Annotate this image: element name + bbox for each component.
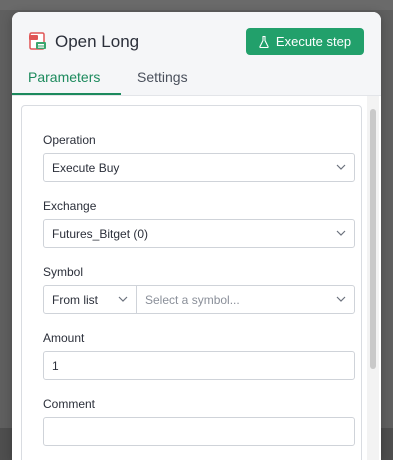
tab-bar: Parameters Settings (12, 67, 381, 95)
symbol-mode-value: From list (52, 292, 98, 307)
operation-label: Operation (43, 133, 96, 147)
chevron-down-icon (336, 164, 346, 170)
node-modal: Open Long Execute step Parameters Settin… (12, 12, 381, 460)
exchange-label: Exchange (43, 199, 97, 213)
execute-step-label: Execute step (275, 34, 352, 49)
comment-input[interactable] (43, 417, 355, 446)
exchange-select[interactable]: Futures_Bitget (0) (43, 219, 355, 248)
amount-input[interactable]: 1 (43, 351, 355, 380)
amount-label: Amount (43, 331, 85, 345)
scrollbar-thumb[interactable] (370, 109, 376, 369)
chevron-down-icon (336, 296, 346, 302)
modal-body: Operation Execute Buy Exchange Futures_B… (12, 96, 381, 460)
amount-value: 1 (52, 358, 59, 373)
symbol-mode-select[interactable]: From list (44, 286, 137, 313)
symbol-field: From list Select a symbol... (43, 285, 355, 314)
modal-title: Open Long (55, 32, 140, 51)
report-icon (29, 32, 46, 50)
chevron-down-icon (118, 296, 128, 302)
backdrop-top (0, 0, 393, 10)
parameters-panel: Operation Execute Buy Exchange Futures_B… (21, 105, 362, 460)
exchange-value: Futures_Bitget (0) (52, 226, 149, 241)
symbol-placeholder: Select a symbol... (145, 292, 240, 307)
modal-header: Open Long Execute step Parameters Settin… (12, 12, 381, 95)
symbol-label: Symbol (43, 265, 84, 279)
operation-select[interactable]: Execute Buy (43, 153, 355, 182)
execute-step-button[interactable]: Execute step (246, 28, 364, 55)
tab-settings[interactable]: Settings (137, 69, 188, 95)
flask-icon (259, 35, 269, 48)
chevron-down-icon (336, 230, 346, 236)
tab-parameters[interactable]: Parameters (28, 69, 100, 95)
comment-label: Comment (43, 397, 96, 411)
symbol-select[interactable]: Select a symbol... (137, 286, 354, 313)
operation-value: Execute Buy (52, 160, 120, 175)
